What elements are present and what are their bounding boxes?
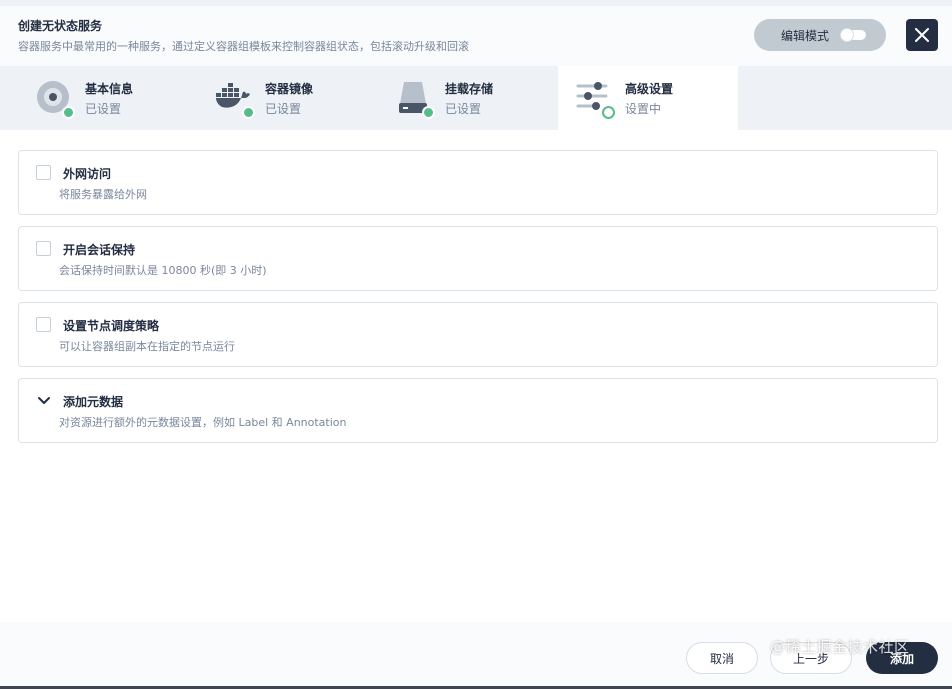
cancel-button[interactable]: 取消: [686, 642, 758, 674]
close-button[interactable]: [906, 19, 938, 51]
create-service-modal: 创建无状态服务 容器服务中最常用的一种服务，通过定义容器组模板来控制容器组状态，…: [0, 6, 952, 686]
option-session-affinity: 开启会话保持 会话保持时间默认是 10800 秒(即 3 小时): [18, 226, 938, 291]
advanced-settings-content: 外网访问 将服务暴露给外网 开启会话保持 会话保持时间默认是 10800 秒(即…: [18, 150, 938, 454]
step-complete-dot: [422, 106, 435, 119]
option-description: 可以让容器组副本在指定的节点运行: [59, 340, 235, 353]
edit-mode-label: 编辑模式: [781, 28, 830, 43]
previous-button[interactable]: 上一步: [770, 642, 852, 674]
metadata-description: 对资源进行额外的元数据设置，例如 Label 和 Annotation: [59, 416, 347, 429]
step-pending-dot: [602, 106, 615, 119]
add-button[interactable]: 添加: [866, 642, 938, 674]
edit-mode-toggle[interactable]: 编辑模式: [754, 19, 886, 51]
modal-header: 创建无状态服务 容器服务中最常用的一种服务，通过定义容器组模板来控制容器组状态，…: [0, 6, 952, 66]
step-mount-storage[interactable]: 挂载存储 已设置: [360, 66, 540, 130]
step-status: 已设置: [265, 102, 302, 116]
step-advanced-settings[interactable]: 高级设置 设置中: [558, 66, 738, 130]
modal-footer: 取消 上一步 添加: [0, 622, 952, 686]
option-node-scheduling: 设置节点调度策略 可以让容器组副本在指定的节点运行: [18, 302, 938, 367]
step-title: 高级设置: [625, 82, 674, 96]
step-title: 挂载存储: [445, 82, 494, 96]
external-access-checkbox[interactable]: [36, 165, 51, 180]
option-title: 外网访问: [63, 167, 112, 181]
edit-mode-switch[interactable]: [840, 28, 866, 42]
switch-knob: [840, 28, 854, 42]
modal-description: 容器服务中最常用的一种服务，通过定义容器组模板来控制容器组状态，包括滚动升级和回…: [18, 40, 469, 53]
step-basic-info[interactable]: 基本信息 已设置: [0, 66, 180, 130]
node-scheduling-checkbox[interactable]: [36, 317, 51, 332]
disc-icon: [36, 80, 75, 119]
step-status: 已设置: [85, 102, 122, 116]
hard-drive-icon: [396, 80, 435, 119]
steps-bar: 基本信息 已设置 容器镜像 已设置 挂载存储 已设置 高级设置 设置中: [0, 66, 952, 130]
metadata-title: 添加元数据: [63, 395, 124, 409]
chevron-down-icon[interactable]: [38, 397, 50, 405]
option-title: 设置节点调度策略: [63, 319, 160, 333]
session-affinity-checkbox[interactable]: [36, 241, 51, 256]
modal-title: 创建无状态服务: [18, 19, 103, 33]
metadata-section[interactable]: 添加元数据 对资源进行额外的元数据设置，例如 Label 和 Annotatio…: [18, 378, 938, 443]
option-title: 开启会话保持: [63, 243, 136, 257]
step-complete-dot: [242, 106, 255, 119]
option-external-access: 外网访问 将服务暴露给外网: [18, 150, 938, 215]
option-description: 会话保持时间默认是 10800 秒(即 3 小时): [59, 264, 267, 277]
option-description: 将服务暴露给外网: [59, 188, 147, 201]
docker-whale-icon: [216, 80, 255, 119]
step-container-image[interactable]: 容器镜像 已设置: [180, 66, 360, 130]
step-complete-dot: [62, 106, 75, 119]
step-title: 基本信息: [85, 82, 134, 96]
step-title: 容器镜像: [265, 82, 314, 96]
step-status: 设置中: [625, 102, 662, 116]
sliders-icon: [576, 80, 615, 119]
step-status: 已设置: [445, 102, 482, 116]
close-icon: [915, 28, 929, 42]
